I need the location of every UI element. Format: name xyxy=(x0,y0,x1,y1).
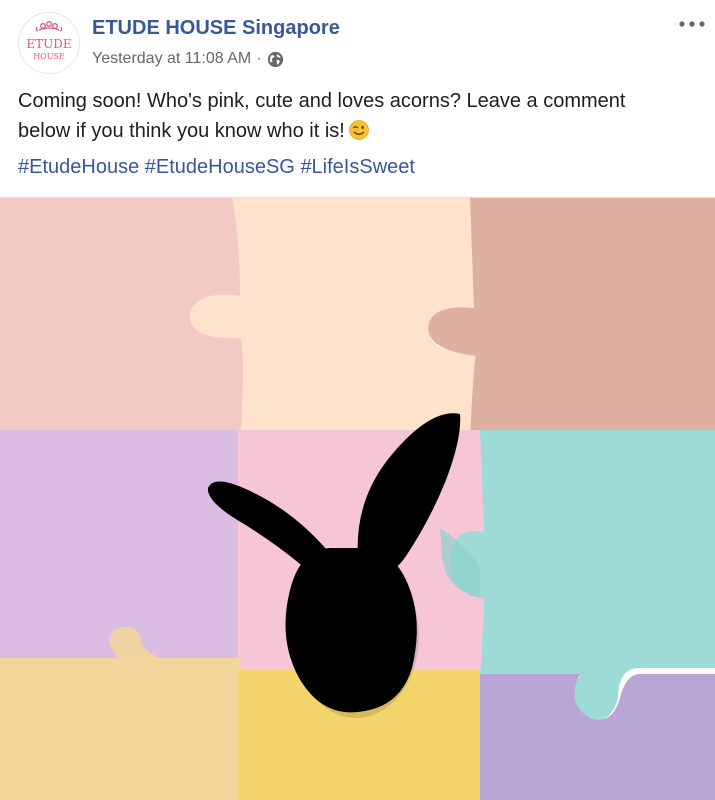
silhouette-bunny-image xyxy=(0,198,715,800)
meta-separator: · xyxy=(256,50,262,67)
facebook-post: ETUDE HOUSE ETUDE HOUSE Singapore Yester… xyxy=(0,0,715,800)
hashtag-lifeissweet[interactable]: #LifeIsSweet xyxy=(300,156,415,178)
logo-text-bottom: HOUSE xyxy=(33,52,65,61)
post-message: Coming soon! Who's pink, cute and loves … xyxy=(18,86,698,146)
globe-icon[interactable] xyxy=(267,51,284,68)
message-line-2-text: below if you think you know who it is! xyxy=(18,120,345,142)
hashtag-etudehousesg[interactable]: #EtudeHouseSG xyxy=(145,156,295,178)
message-line-2: below if you think you know who it is! xyxy=(18,116,698,146)
post-meta: Yesterday at 11:08 AM · xyxy=(92,50,284,68)
logo-text-top: ETUDE xyxy=(26,37,71,51)
post-photo[interactable] xyxy=(0,197,715,800)
more-options-icon[interactable] xyxy=(677,14,707,34)
post-header: ETUDE HOUSE ETUDE HOUSE Singapore Yester… xyxy=(0,0,715,84)
avatar[interactable]: ETUDE HOUSE xyxy=(18,12,80,74)
winking-face-emoji-icon xyxy=(348,119,369,140)
message-line-1: Coming soon! Who's pink, cute and loves … xyxy=(18,90,626,112)
etude-house-logo-icon: ETUDE HOUSE xyxy=(20,14,78,72)
hashtag-etudehouse[interactable]: #EtudeHouse xyxy=(18,156,139,178)
puzzle-piece-sand xyxy=(0,658,244,800)
hashtag-list: #EtudeHouse #EtudeHouseSG #LifeIsSweet xyxy=(18,152,415,182)
page-name-link[interactable]: ETUDE HOUSE Singapore xyxy=(92,17,340,40)
post-timestamp[interactable]: Yesterday at 11:08 AM xyxy=(92,50,251,68)
